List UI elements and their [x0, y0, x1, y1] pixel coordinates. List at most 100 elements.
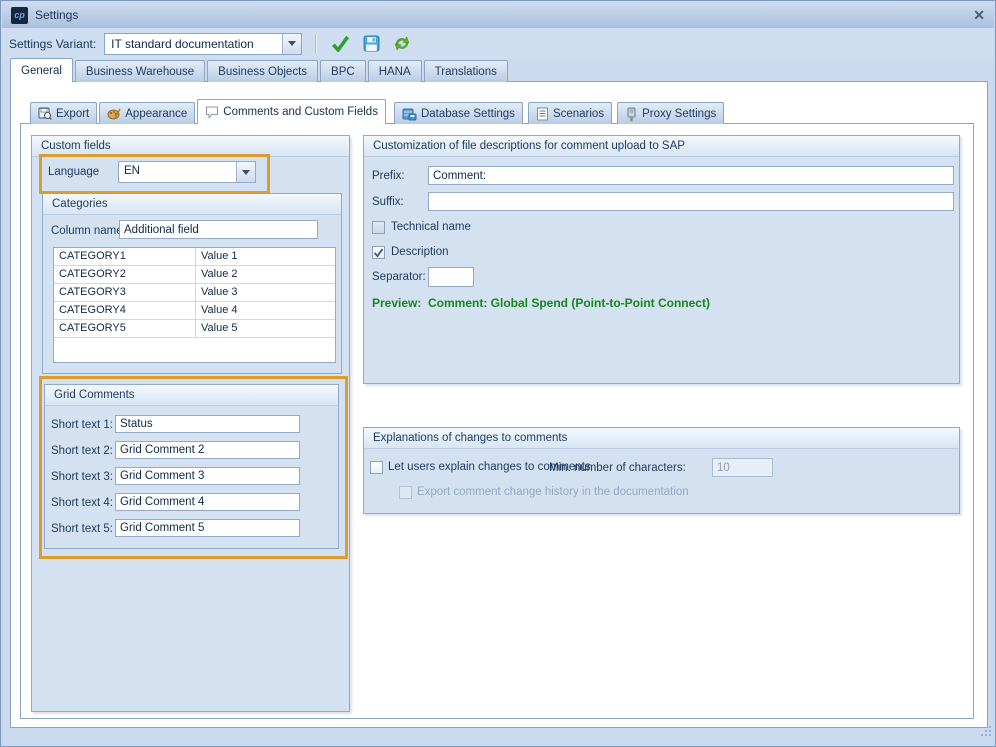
value-cell[interactable]: Value 5: [196, 320, 335, 337]
apply-button[interactable]: [327, 32, 353, 56]
subtab-database-settings[interactable]: Database Settings: [394, 102, 523, 124]
min-characters-label: Min. number of characters:: [549, 462, 686, 474]
explanations-group: Explanations of changes to comments Let …: [363, 427, 960, 514]
language-label: Language: [48, 166, 99, 178]
settings-variant-dropdown-button[interactable]: [282, 34, 301, 54]
settings-window: cp Settings ✕ Settings Variant: IT stand…: [0, 0, 996, 747]
comments-custom-fields-page: Custom fields Language EN Categories Col…: [20, 123, 974, 719]
save-button[interactable]: [358, 32, 384, 56]
column-name-label: Column name:: [51, 225, 126, 237]
comments-icon: [205, 105, 219, 119]
customization-group: Customization of file descriptions for c…: [363, 135, 960, 384]
grid-comments-header: Grid Comments: [45, 385, 338, 406]
window-title: Settings: [35, 8, 78, 22]
value-cell[interactable]: Value 3: [196, 284, 335, 301]
table-row[interactable]: CATEGORY2Value 2: [54, 266, 335, 284]
technical-name-checkbox[interactable]: [372, 221, 385, 234]
prefix-input[interactable]: [428, 166, 954, 185]
short-text-4-input[interactable]: [115, 493, 300, 511]
value-cell[interactable]: Value 4: [196, 302, 335, 319]
toolbar-separator: [315, 34, 316, 54]
check-icon: [331, 35, 350, 52]
subtab-comments-and-custom-fields[interactable]: Comments and Custom Fields: [197, 99, 386, 124]
tab-general[interactable]: General: [10, 58, 73, 82]
tab-translations[interactable]: Translations: [424, 60, 508, 82]
explanations-header: Explanations of changes to comments: [364, 428, 959, 449]
check-icon: [373, 248, 384, 258]
suffix-label: Suffix:: [372, 196, 404, 208]
close-icon[interactable]: ✕: [973, 8, 985, 22]
resize-grip[interactable]: [980, 724, 992, 742]
proxy-icon: [625, 107, 638, 121]
short-text-5-input[interactable]: [115, 519, 300, 537]
category-cell[interactable]: CATEGORY3: [54, 284, 196, 301]
technical-name-label: Technical name: [391, 221, 471, 233]
language-value: EN: [119, 162, 236, 182]
table-row[interactable]: CATEGORY3Value 3: [54, 284, 335, 302]
categories-table: CATEGORY1Value 1 CATEGORY2Value 2 CATEGO…: [53, 247, 336, 363]
separator-label: Separator:: [372, 271, 426, 283]
category-cell[interactable]: CATEGORY5: [54, 320, 196, 337]
short-text-5-label: Short text 5:: [51, 523, 113, 535]
export-history-label: Export comment change history in the doc…: [417, 486, 689, 498]
export-history-checkbox: [399, 486, 412, 499]
tab-bpc[interactable]: BPC: [320, 60, 366, 82]
subtab-label: Appearance: [125, 108, 187, 120]
category-cell[interactable]: CATEGORY4: [54, 302, 196, 319]
table-row[interactable]: CATEGORY5Value 5: [54, 320, 335, 338]
subtab-proxy-settings[interactable]: Proxy Settings: [617, 102, 724, 124]
suffix-input[interactable]: [428, 192, 954, 211]
language-combobox[interactable]: EN: [118, 161, 256, 183]
custom-fields-group: Custom fields Language EN Categories Col…: [31, 135, 350, 712]
category-cell[interactable]: CATEGORY2: [54, 266, 196, 283]
toolbar: Settings Variant: IT standard documentat…: [2, 28, 994, 59]
tab-business-objects[interactable]: Business Objects: [207, 60, 318, 82]
title-bar: cp Settings ✕: [2, 2, 994, 28]
short-text-3-input[interactable]: [115, 467, 300, 485]
export-icon: [38, 107, 52, 121]
grid-comments-group: Grid Comments Short text 1: Short text 2…: [44, 384, 339, 549]
subtab-scenarios[interactable]: Scenarios: [528, 102, 612, 124]
subtab-appearance[interactable]: Appearance: [99, 102, 195, 124]
tab-label: HANA: [379, 66, 411, 78]
description-label: Description: [391, 246, 449, 258]
value-cell[interactable]: Value 1: [196, 248, 335, 265]
general-tab-page: Export Appearance Comments and Custom Fi…: [10, 81, 988, 728]
settings-variant-value: IT standard documentation: [105, 34, 282, 54]
short-text-1-input[interactable]: [115, 415, 300, 433]
table-row[interactable]: CATEGORY1Value 1: [54, 248, 335, 266]
short-text-2-input[interactable]: [115, 441, 300, 459]
column-name-input[interactable]: [119, 220, 318, 239]
subtab-export[interactable]: Export: [30, 102, 97, 124]
tab-label: Translations: [435, 66, 497, 78]
description-checkbox[interactable]: [372, 246, 385, 259]
refresh-button[interactable]: [389, 32, 415, 56]
tab-business-warehouse[interactable]: Business Warehouse: [75, 60, 205, 82]
settings-variant-combobox[interactable]: IT standard documentation: [104, 33, 302, 55]
subtab-label: Proxy Settings: [642, 108, 716, 120]
value-cell[interactable]: Value 2: [196, 266, 335, 283]
short-text-4-label: Short text 4:: [51, 497, 113, 509]
refresh-icon: [393, 35, 411, 52]
categories-header: Categories: [43, 194, 341, 215]
tab-hana[interactable]: HANA: [368, 60, 422, 82]
tab-label: Business Warehouse: [86, 66, 194, 78]
subtab-label: Export: [56, 108, 89, 120]
scenarios-icon: [536, 107, 549, 121]
subtab-label: Comments and Custom Fields: [223, 106, 378, 118]
subtab-label: Database Settings: [421, 108, 515, 120]
save-icon: [363, 35, 380, 52]
table-row[interactable]: CATEGORY4Value 4: [54, 302, 335, 320]
sub-tab-bar: Export Appearance Comments and Custom Fi…: [30, 100, 724, 124]
chevron-down-icon: [242, 170, 250, 175]
database-icon: [402, 107, 417, 121]
min-characters-input[interactable]: [712, 458, 773, 477]
category-cell[interactable]: CATEGORY1: [54, 248, 196, 265]
preview-value: Comment: Global Spend (Point-to-Point Co…: [428, 296, 710, 310]
let-users-explain-checkbox[interactable]: [370, 461, 383, 474]
categories-group: Categories Column name: CATEGORY1Value 1…: [42, 193, 342, 374]
tab-label: BPC: [331, 66, 355, 78]
separator-input[interactable]: [428, 267, 474, 287]
language-dropdown-button[interactable]: [236, 162, 255, 182]
tab-label: General: [21, 65, 62, 77]
